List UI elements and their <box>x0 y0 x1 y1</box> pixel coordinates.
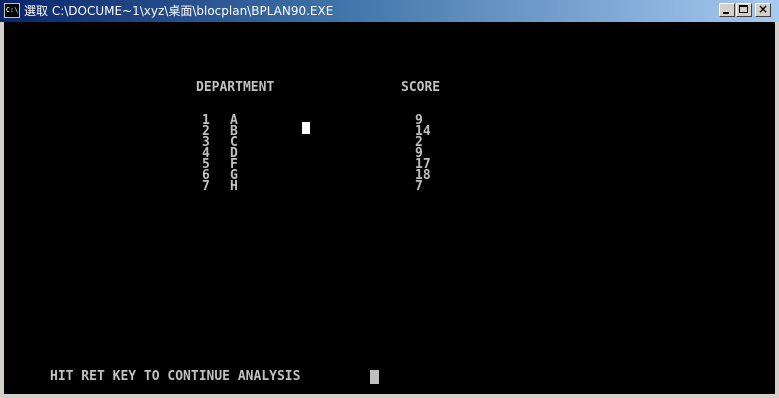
department-letter: H <box>230 179 238 194</box>
console-area[interactable]: DEPARTMENT SCORE 1 A 9 2 B 14 3 C 2 4 D … <box>4 22 775 394</box>
console-window: C:\ 選取 C:\DOCUME~1\xyz\桌面\blocplan\BPLAN… <box>0 0 779 398</box>
prompt-cursor <box>370 370 379 384</box>
close-button[interactable]: × <box>755 2 771 17</box>
department-number: 7 <box>202 179 210 194</box>
window-title: 選取 C:\DOCUME~1\xyz\桌面\blocplan\BPLAN90.E… <box>24 4 334 18</box>
maximize-icon <box>739 5 748 13</box>
minimize-icon <box>723 12 729 14</box>
department-header: DEPARTMENT <box>196 80 275 95</box>
text-cursor <box>302 122 310 134</box>
minimize-button[interactable] <box>719 3 735 17</box>
continue-prompt: HIT RET KEY TO CONTINUE ANALYSIS <box>50 369 301 384</box>
score-header: SCORE <box>401 80 441 95</box>
console-app-icon[interactable]: C:\ <box>4 3 20 18</box>
title-bar[interactable]: C:\ 選取 C:\DOCUME~1\xyz\桌面\blocplan\BPLAN… <box>0 0 779 22</box>
maximize-button[interactable] <box>736 3 752 17</box>
department-score: 7 <box>415 179 423 194</box>
close-icon: × <box>757 2 769 16</box>
